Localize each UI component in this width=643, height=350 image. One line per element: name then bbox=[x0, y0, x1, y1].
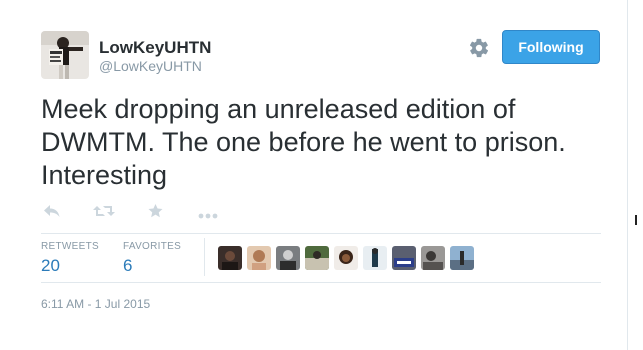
following-button[interactable]: Following bbox=[502, 30, 600, 64]
retweet-icon[interactable] bbox=[93, 203, 115, 224]
favoriter-avatar[interactable] bbox=[218, 246, 242, 270]
retweets-count[interactable]: 20 bbox=[41, 256, 60, 276]
favoriter-avatar[interactable] bbox=[305, 246, 329, 270]
tweet-card: LowKeyUHTN @LowKeyUHTN Following Meek dr… bbox=[0, 0, 627, 350]
reply-icon[interactable] bbox=[43, 203, 61, 224]
tweet-text: Meek dropping an unreleased edition of D… bbox=[41, 94, 566, 190]
user-fullname[interactable]: LowKeyUHTN bbox=[99, 38, 211, 58]
favoriter-avatar[interactable] bbox=[450, 246, 474, 270]
tweet-timestamp[interactable]: 6:11 AM - 1 Jul 2015 bbox=[41, 297, 150, 311]
favoriter-avatar[interactable] bbox=[421, 246, 445, 270]
favoriter-avatar[interactable] bbox=[276, 246, 300, 270]
favorites-count[interactable]: 6 bbox=[123, 256, 132, 276]
scrollbar-marker bbox=[635, 215, 637, 225]
stats-divider-bottom bbox=[41, 282, 601, 283]
stats-vertical-divider bbox=[204, 238, 205, 276]
more-icon[interactable] bbox=[198, 207, 218, 225]
favoriter-avatar[interactable] bbox=[363, 246, 387, 270]
stats-divider-top bbox=[41, 233, 601, 234]
following-button-label: Following bbox=[518, 39, 584, 55]
user-screenname[interactable]: @LowKeyUHTN bbox=[99, 58, 202, 74]
favoriter-avatar[interactable] bbox=[334, 246, 358, 270]
gear-icon[interactable] bbox=[468, 37, 490, 59]
user-avatar[interactable] bbox=[41, 31, 89, 79]
favoriter-avatar[interactable] bbox=[392, 246, 416, 270]
favoriter-avatar[interactable] bbox=[247, 246, 271, 270]
scrollbar-track[interactable] bbox=[627, 0, 643, 350]
favorites-label: FAVORITES bbox=[123, 241, 182, 252]
favorite-icon[interactable] bbox=[147, 203, 164, 224]
retweets-label: RETWEETS bbox=[41, 241, 99, 252]
